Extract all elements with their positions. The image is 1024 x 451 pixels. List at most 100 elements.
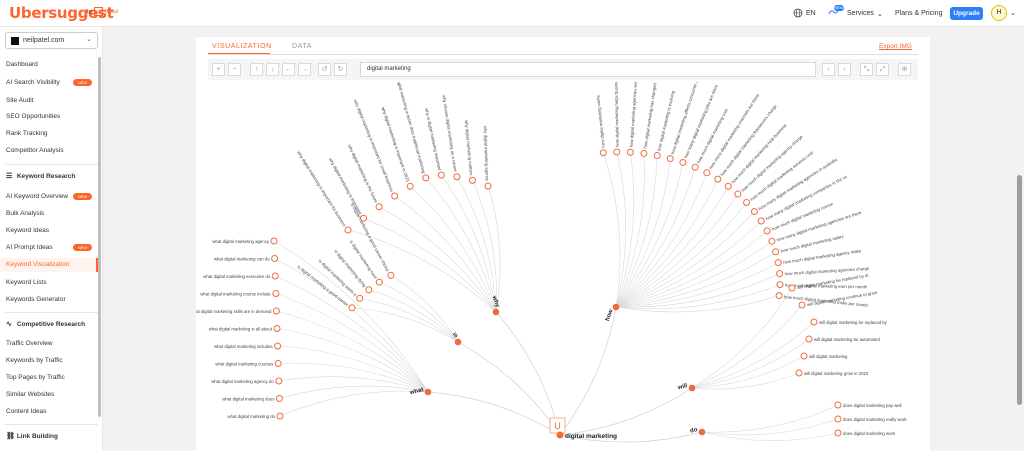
avatar[interactable]: H [991,5,1007,21]
np-digital-text: digital [105,9,119,15]
leaf-link [615,211,755,308]
leaf-node [750,207,758,215]
sidebar-item-content-ideas[interactable]: Content Ideas [6,408,46,415]
np-logo: NP [94,7,103,16]
section-keyword-research[interactable]: ☰ Keyword Research [6,172,75,180]
leaf-label: does digital marketing really work [843,417,907,422]
arrow-down-icon[interactable]: ↓ [266,63,279,76]
leaf-link [615,202,747,308]
leaf-label: how digital marketing has changed busine… [643,82,661,149]
sidebar-item-keyword-ideas[interactable]: Keyword Ideas [6,227,49,234]
leaf-label: how digital marketing helps business [613,82,619,147]
zoom-out-icon[interactable]: − [228,63,241,76]
sidebar: neilpatel.com ⌄ Dashboard AI Search Visi… [0,27,103,451]
sidebar-item-keywords-by-traffic[interactable]: Keywords by Traffic [6,357,63,364]
globe-icon[interactable] [793,8,803,20]
visualization-panel: VISUALIZATION DATA Export IMG + − ↑ ↓ ← … [196,37,930,451]
section-label: Link Building [16,433,58,440]
export-img-link[interactable]: Export IMG [879,43,912,50]
leaf-node [271,255,279,262]
rotate-right-icon[interactable]: ↻ [334,63,347,76]
leaf-label: will digital marketing be replaced by [819,320,888,325]
arrow-right-icon[interactable]: → [298,63,311,76]
expand-icon[interactable]: ⤢ [876,63,889,76]
divider [5,424,98,425]
leaf-node [387,271,395,279]
leaf-node [275,395,283,402]
section-competitive-research[interactable]: ∿ Competitive Research [6,320,85,328]
section-link-building[interactable]: ⛓ Link Building [6,432,58,440]
sidebar-item-ai-search-visibility[interactable]: AI Search Visibility [6,79,60,86]
leaf-label: why digital marketing is important for b… [296,150,347,227]
sidebar-item-keyword-visualization[interactable]: Keyword Visualization [6,261,69,268]
leaf-link [615,167,696,308]
leaf-node [437,171,445,179]
leaf-label: what digital marketing do [227,414,275,419]
sidebar-item-keyword-lists[interactable]: Keyword Lists [6,279,46,286]
sidebar-item-dashboard[interactable]: Dashboard [6,61,38,68]
sidebar-item-competitor-analysis[interactable]: Competitor Analysis [6,147,63,154]
upgrade-button[interactable]: Upgrade [950,7,983,20]
account-chevron-icon[interactable]: ⌄ [1010,9,1016,17]
page-scrollbar[interactable] [1017,175,1022,405]
keyword-visualization-graph[interactable]: what digital marketing do what digital ma… [196,82,930,451]
sidebar-item-similar-websites[interactable]: Similar Websites [6,391,54,398]
leaf-label: how digital marketing agencies work [629,82,639,147]
sidebar-item-traffic-overview[interactable]: Traffic Overview [6,340,53,347]
leaf-node [788,284,796,292]
leaf-node [360,214,368,222]
services-menu[interactable]: Services [847,10,874,17]
sidebar-item-bulk-analysis[interactable]: Bulk Analysis [6,210,44,217]
sidebar-item-rank-tracking[interactable]: Rank Tracking [6,130,48,137]
tab-visualization[interactable]: VISUALIZATION [212,43,272,50]
sidebar-item-keywords-generator[interactable]: Keywords Generator [6,296,66,303]
rotate-left-icon[interactable]: ↺ [318,63,331,76]
leaf-label: will digital marketing grow in 2023 [804,371,869,376]
leaf-label: what digital marketing agency [212,239,269,244]
arrow-left-icon[interactable]: ← [282,63,295,76]
sidebar-item-site-audit[interactable]: Site Audit [6,97,33,104]
leaf-label: is digital marketing a good career choic… [350,202,391,273]
hub-node [698,428,706,436]
sidebar-item-ai-prompt-ideas[interactable]: AI Prompt Ideas [6,244,53,251]
leaf-label: why digital marketing agency [483,126,490,182]
leaf-label: what digital marketing does [222,397,274,402]
arrow-up-icon[interactable]: ↑ [250,63,263,76]
sidebar-item-top-pages-by-traffic[interactable]: Top Pages by Traffic [6,374,65,381]
leaf-node [272,307,280,315]
plans-pricing-link[interactable]: Plans & Pricing [895,10,942,17]
chevron-left-icon[interactable]: ‹ [822,63,835,76]
leaf-label: what digital marketing skills are in dem… [196,309,272,314]
language-selector[interactable]: EN [806,10,816,17]
collapse-icon[interactable]: ⤡ [860,63,873,76]
sidebar-scrollbar[interactable] [98,57,101,417]
chevron-right-icon[interactable]: › [838,63,851,76]
leaf-node [391,192,399,200]
leaf-label: what digital marketing courses [215,362,273,367]
leaf-node [270,237,278,245]
leaf-node [468,176,476,184]
keyword-search-input[interactable]: digital marketing [360,62,816,77]
leaf-label: will digital marketing be automated [814,337,881,342]
leaf-link [277,345,429,393]
leaf-node [691,163,699,171]
leaf-node [613,148,621,156]
hub-label: what [408,387,424,396]
sidebar-item-seo-opportunities[interactable]: SEO Opportunities [6,113,60,120]
hub-link [427,391,561,436]
leaf-link [487,185,501,313]
leaf-node [375,203,383,211]
domain-selector[interactable]: neilpatel.com ⌄ [5,32,98,49]
crosshair-icon[interactable]: ⊕ [898,63,911,76]
tab-data[interactable]: DATA [292,43,312,50]
zoom-in-icon[interactable]: + [212,63,225,76]
chevron-down-icon[interactable]: ⌄ [877,10,883,18]
sidebar-item-ai-keyword-overview[interactable]: AI Keyword Overview [6,193,68,200]
leaf-label: what digital marketing is all about [209,327,273,332]
leaf-link [274,258,429,393]
leaf-link [691,304,803,389]
leaf-label: how digital marketing works [595,95,605,148]
leaf-link [602,152,621,308]
leaf-node [640,149,648,157]
viz-toolbar: + − ↑ ↓ ← → ↺ ↻ digital marketing ‹ › ⤡ … [208,59,918,80]
